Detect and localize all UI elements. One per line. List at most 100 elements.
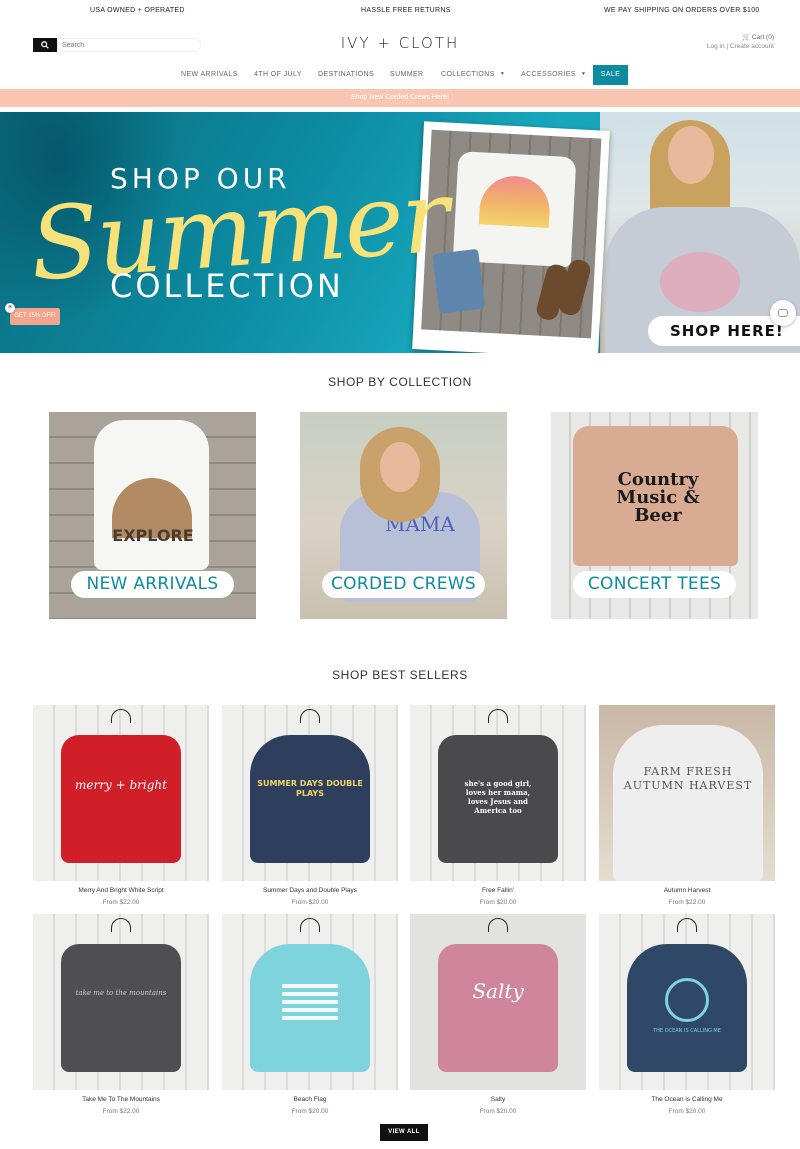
discount-popup-tab[interactable]: GET 15% OFF!: [10, 308, 60, 325]
main-nav: NEW ARRIVALS 4TH OF JULY DESTINATIONS SU…: [0, 65, 800, 85]
product-image[interactable]: THE OCEAN IS CALLING ME: [599, 914, 775, 1090]
hero-shop-our: SHOP OUR: [110, 162, 291, 195]
nav-sale[interactable]: SALE: [593, 65, 628, 85]
account-links: Log in | Create account: [707, 43, 774, 50]
best-sellers-heading: SHOP BEST SELLERS: [332, 668, 468, 682]
product-name[interactable]: Autumn Harvest: [599, 887, 775, 894]
garment: take me to the mountains: [61, 944, 181, 1072]
chat-button[interactable]: [770, 300, 796, 326]
explore-text: EXPLORE: [112, 526, 194, 545]
product-image[interactable]: Salty: [410, 914, 586, 1090]
view-all-button[interactable]: VIEW ALL: [380, 1124, 428, 1141]
product-image[interactable]: merry + bright: [33, 705, 209, 881]
garment-text: take me to the mountains: [75, 989, 167, 997]
collection-label[interactable]: CONCERT TEES: [573, 571, 736, 598]
garment-text: she's a good girl, loves her mama, loves…: [464, 779, 532, 815]
returns-text: HASSLE FREE RETURNS: [361, 7, 451, 14]
hanger-icon: [488, 918, 508, 932]
explore-tank: EXPLORE: [94, 420, 209, 570]
product-name[interactable]: Beach Flag: [222, 1096, 398, 1103]
product-price: From $22.00: [102, 899, 140, 906]
product-price: From $20.00: [668, 1108, 706, 1115]
collection-label[interactable]: CORDED CREWS: [322, 571, 485, 598]
garment: THE OCEAN IS CALLING ME: [627, 944, 747, 1072]
garment-text: FARM FRESH AUTUMN HARVEST: [623, 765, 753, 792]
shipping-text: WE PAY SHIPPING ON ORDERS OVER $100: [604, 7, 760, 14]
product-price: From $22.00: [668, 899, 706, 906]
product-image[interactable]: [222, 914, 398, 1090]
search-icon: [41, 41, 49, 49]
product-name[interactable]: Salty: [410, 1096, 586, 1103]
garment: SUMMER DAYS DOUBLE PLAYS: [250, 735, 370, 863]
product-image[interactable]: FARM FRESH AUTUMN HARVEST: [599, 705, 775, 881]
model-shirt-print: [660, 252, 740, 312]
hanger-icon: [488, 709, 508, 723]
product-name[interactable]: The Ocean is Calling Me: [599, 1096, 775, 1103]
hanger-icon: [677, 918, 697, 932]
product-price: From $20.00: [291, 1108, 329, 1115]
hero-banner[interactable]: Summer SHOP OUR COLLECTION SHOP HERE!: [0, 112, 800, 353]
search-input[interactable]: [57, 38, 201, 52]
collections-heading: SHOP BY COLLECTION: [328, 375, 472, 389]
product-name[interactable]: Free Fallin': [410, 887, 586, 894]
close-icon[interactable]: ×: [5, 303, 15, 313]
wavy-flag-graphic: [282, 984, 338, 1020]
cart-link[interactable]: 🛒 Cart (0): [742, 33, 774, 41]
nav-accessories[interactable]: ACCESSORIES ▼: [521, 71, 586, 78]
hero-collection: COLLECTION: [110, 267, 344, 305]
country-music-text: Country Music & Beer: [616, 469, 700, 526]
garment: [250, 944, 370, 1072]
product-price: From $20.00: [479, 899, 517, 906]
hanger-icon: [300, 918, 320, 932]
promo-banner[interactable]: Shop New Corded Crews Here!: [0, 89, 800, 107]
nav-4th-of-july[interactable]: 4TH OF JULY: [254, 71, 302, 78]
model-face: [380, 442, 420, 492]
nav-summer[interactable]: SUMMER: [390, 71, 424, 78]
nav-accessories-label: ACCESSORIES: [521, 71, 576, 78]
account-separator: |: [726, 43, 729, 50]
site-header: IVY + CLOTH 🛒 Cart (0) Log in | Create a…: [0, 30, 800, 60]
create-account-link[interactable]: Create account: [730, 43, 774, 50]
product-name[interactable]: Summer Days and Double Plays: [222, 887, 398, 894]
announcement-bar: USA OWNED + OPERATED HASSLE FREE RETURNS…: [0, 0, 800, 22]
collection-label[interactable]: NEW ARRIVALS: [71, 571, 234, 598]
site-logo[interactable]: IVY + CLOTH: [330, 34, 470, 52]
product-price: From $20.00: [291, 899, 329, 906]
product-price: From $22.00: [102, 1108, 140, 1115]
garment: Salty: [438, 944, 558, 1072]
product-image[interactable]: she's a good girl, loves her mama, loves…: [410, 705, 586, 881]
hanger-icon: [111, 918, 131, 932]
caret-down-icon: ▼: [499, 71, 506, 78]
search-button[interactable]: [33, 38, 57, 52]
garment-text: SUMMER DAYS DOUBLE PLAYS: [257, 779, 363, 798]
collection-card-corded-crews[interactable]: MAMA CORDED CREWS: [300, 412, 507, 619]
garment-text: merry + bright: [75, 778, 167, 792]
model-face: [668, 126, 714, 184]
hanger-icon: [300, 709, 320, 723]
cart-icon: 🛒: [742, 34, 751, 41]
login-link[interactable]: Log in: [707, 43, 725, 50]
collection-card-concert-tees[interactable]: Country Music & Beer CONCERT TEES: [551, 412, 758, 619]
hanger-icon: [111, 709, 131, 723]
product-name[interactable]: Take Me To The Mountains: [33, 1096, 209, 1103]
nav-collections[interactable]: COLLECTIONS ▼: [441, 71, 505, 78]
garment: merry + bright: [61, 735, 181, 863]
product-name[interactable]: Merry And Bright White Script: [33, 887, 209, 894]
garment-text: Salty: [472, 979, 524, 1003]
usa-owned-text: USA OWNED + OPERATED: [90, 7, 185, 14]
garment: FARM FRESH AUTUMN HARVEST: [613, 725, 763, 881]
country-music-tee: Country Music & Beer: [573, 426, 738, 566]
collection-card-new-arrivals[interactable]: EXPLORE NEW ARRIVALS: [49, 412, 256, 619]
product-price: From $20.00: [479, 1108, 517, 1115]
chat-icon: [778, 309, 788, 317]
garment: she's a good girl, loves her mama, loves…: [438, 735, 558, 863]
wave-circle-graphic: [665, 978, 709, 1022]
cart-label: Cart (0): [751, 34, 774, 41]
product-image[interactable]: take me to the mountains: [33, 914, 209, 1090]
caret-down-icon: ▼: [580, 71, 587, 78]
nav-new-arrivals[interactable]: NEW ARRIVALS: [181, 71, 238, 78]
product-image[interactable]: SUMMER DAYS DOUBLE PLAYS: [222, 705, 398, 881]
nav-collections-label: COLLECTIONS: [441, 71, 495, 78]
nav-destinations[interactable]: DESTINATIONS: [318, 71, 374, 78]
garment-text: THE OCEAN IS CALLING ME: [653, 1028, 721, 1034]
